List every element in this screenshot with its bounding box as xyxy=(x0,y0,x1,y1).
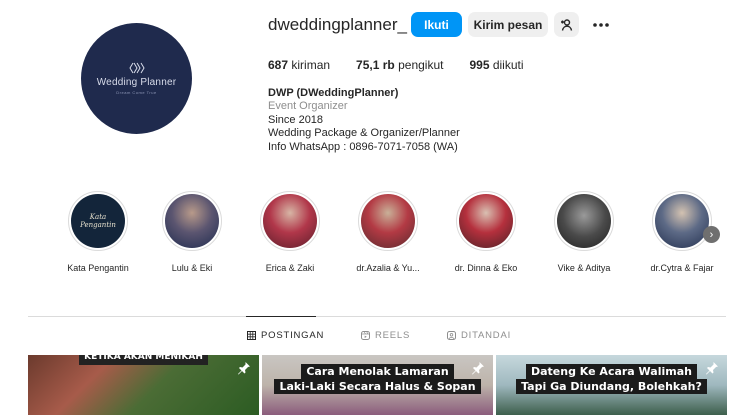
highlight-label: Kata Pengantin xyxy=(67,263,129,273)
post-caption: Dateng Ke Acara Walimah Tapi Ga Diundang… xyxy=(496,364,727,394)
tab-posts[interactable]: POSTINGAN xyxy=(247,330,324,341)
display-name: DWP (DWeddingPlanner) xyxy=(268,87,399,99)
story-highlights: Kata Pengantin Kata Pengantin Lulu & Eki… xyxy=(55,191,735,281)
post-caption: KETIKA AKAN MENIKAH xyxy=(28,355,259,365)
username: dweddingplanner_ xyxy=(268,15,407,34)
followers-count[interactable]: 75,1 rb pengikut xyxy=(356,58,443,72)
more-dots-icon xyxy=(593,22,609,27)
highlights-next-button[interactable]: › xyxy=(703,226,720,243)
follow-button[interactable]: Ikuti xyxy=(411,12,462,37)
highlight-cover-text: Kata Pengantin xyxy=(80,213,116,229)
highlight-label: dr. Dinna & Eko xyxy=(454,263,518,273)
bio-line: Info WhatsApp : 0896-7071-7058 (WA) xyxy=(268,140,458,153)
message-button[interactable]: Kirim pesan xyxy=(468,12,548,37)
following-count-label: diikuti xyxy=(492,58,524,72)
highlight-label: Lulu & Eki xyxy=(171,263,213,273)
post-caption: Cara Menolak Lamaran Laki-Laki Secara Ha… xyxy=(262,364,493,394)
followers-count-label: pengikut xyxy=(398,58,444,72)
suggested-users-button[interactable] xyxy=(554,12,579,37)
tab-label: POSTINGAN xyxy=(261,330,325,341)
highlight-label: Vike & Aditya xyxy=(557,263,611,273)
tabs-divider xyxy=(28,316,726,317)
pin-icon xyxy=(238,362,250,375)
tab-label: REELS xyxy=(375,330,411,341)
avatar-tagline: Dream Come True xyxy=(116,90,157,95)
following-count[interactable]: 995 diikuti xyxy=(469,58,523,72)
post-thumbnail[interactable]: Dateng Ke Acara Walimah Tapi Ga Diundang… xyxy=(496,355,727,415)
posts-count-value: 687 xyxy=(268,58,289,72)
highlight-item[interactable]: Vike & Aditya xyxy=(541,191,627,273)
highlight-item[interactable]: dr.Azalia & Yu... xyxy=(345,191,431,273)
highlight-cover xyxy=(557,194,611,248)
followers-count-value: 75,1 rb xyxy=(356,58,395,72)
active-tab-indicator xyxy=(246,316,316,317)
highlight-label: dr.Cytra & Fajar xyxy=(650,263,714,273)
highlight-item[interactable]: Lulu & Eki xyxy=(149,191,235,273)
highlight-item[interactable]: dr. Dinna & Eko xyxy=(443,191,529,273)
posts-count-label: kiriman xyxy=(291,58,331,72)
add-person-icon xyxy=(560,18,572,31)
post-caption-line: Laki-Laki Secara Halus & Sopan xyxy=(274,379,481,394)
highlight-cover xyxy=(165,194,219,248)
post-caption-line: Tapi Ga Diundang, Bolehkah? xyxy=(516,379,707,394)
highlight-cover xyxy=(361,194,415,248)
highlight-item[interactable]: Kata Pengantin Kata Pengantin xyxy=(55,191,141,273)
bio-line: Wedding Package & Organizer/Planner xyxy=(268,127,460,140)
highlight-label: Erica & Zaki xyxy=(265,263,315,273)
category-label: Event Organizer xyxy=(268,100,348,113)
reels-icon xyxy=(361,331,370,340)
tagged-icon xyxy=(447,331,456,340)
bio-line: Since 2018 xyxy=(268,113,324,126)
logo-icon xyxy=(128,62,145,74)
post-caption-line: Cara Menolak Lamaran xyxy=(301,364,454,379)
profile-bio: DWP (DWeddingPlanner) Event Organizer Si… xyxy=(268,87,460,154)
following-count-value: 995 xyxy=(469,58,490,72)
highlight-cover: Kata Pengantin xyxy=(71,194,125,248)
post-caption-line: Dateng Ke Acara Walimah xyxy=(526,364,697,379)
avatar-brand: Wedding Planner xyxy=(96,77,177,88)
posts-count: 687 kiriman xyxy=(268,58,330,72)
grid-icon xyxy=(247,331,256,340)
profile-stats: 687 kiriman 75,1 rb pengikut 995 diikuti xyxy=(268,58,550,72)
pin-icon xyxy=(472,362,484,375)
highlight-cover xyxy=(655,194,709,248)
pin-icon xyxy=(706,362,718,375)
post-caption-line: KETIKA AKAN MENIKAH xyxy=(79,355,208,365)
profile-avatar[interactable]: Wedding Planner Dream Come True xyxy=(81,23,192,134)
tab-label: DITANDAI xyxy=(461,330,512,341)
highlight-cover xyxy=(263,194,317,248)
highlight-item[interactable]: Erica & Zaki xyxy=(247,191,333,273)
post-thumbnail[interactable]: KETIKA AKAN MENIKAH xyxy=(28,355,259,415)
post-thumbnail[interactable]: Cara Menolak Lamaran Laki-Laki Secara Ha… xyxy=(262,355,493,415)
tab-reels[interactable]: REELS xyxy=(361,330,410,341)
chevron-right-icon: › xyxy=(709,228,714,241)
tab-tagged[interactable]: DITANDAI xyxy=(447,330,511,341)
highlight-cover xyxy=(459,194,513,248)
highlight-label: dr.Azalia & Yu... xyxy=(356,263,420,273)
more-options-button[interactable] xyxy=(588,12,614,37)
